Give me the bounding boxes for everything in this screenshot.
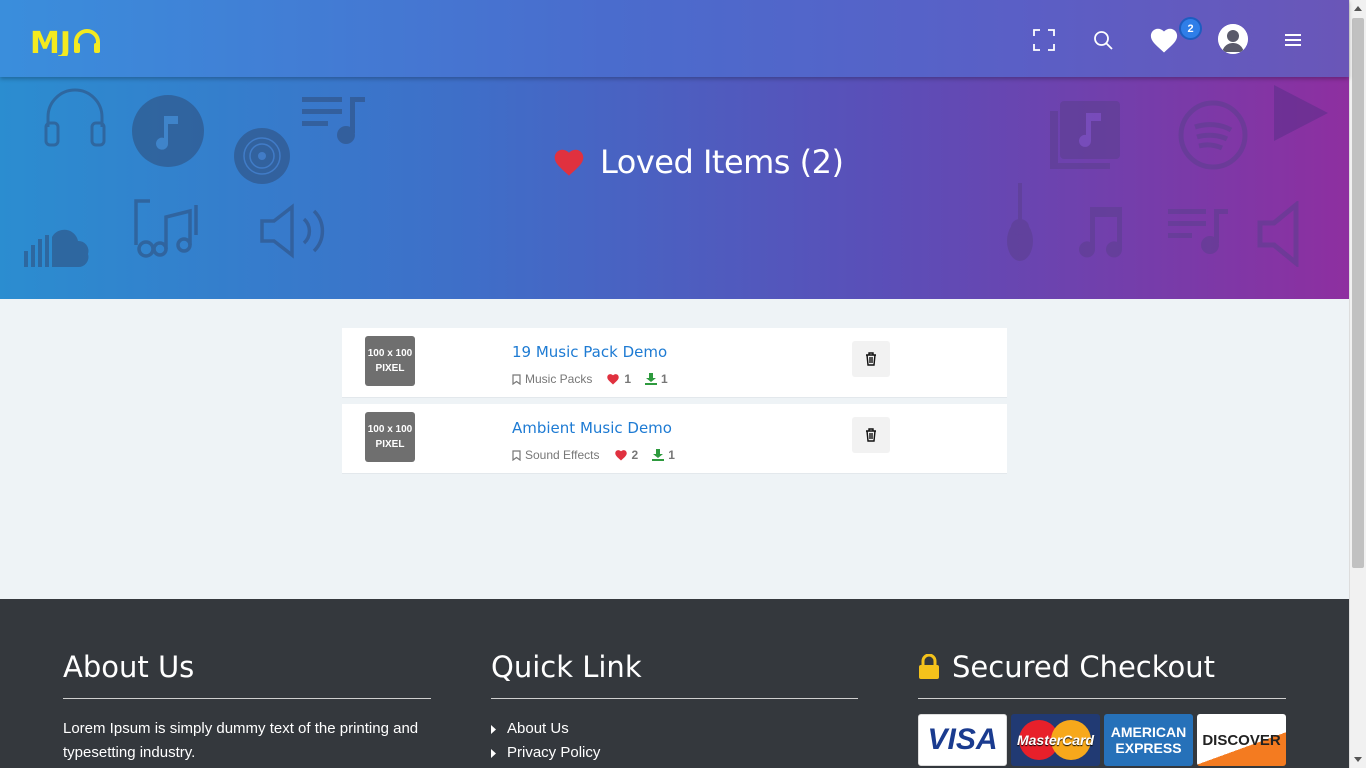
item-likes: 2 — [614, 448, 638, 462]
download-icon — [645, 373, 658, 385]
footer-about-title: About Us — [63, 650, 195, 684]
trash-icon — [866, 428, 876, 442]
caret-right-icon — [491, 724, 496, 734]
quick-links-list: About Us Privacy Policy — [491, 717, 858, 765]
page-scrollbar[interactable] — [1349, 0, 1366, 768]
payment-cards: VISA MasterCard AMERICAN EXPRESS DISCOVE… — [918, 714, 1286, 766]
queue-music-icon — [1168, 209, 1228, 254]
item-downloads: 1 — [652, 448, 675, 462]
mastercard-logo: MasterCard — [1011, 714, 1100, 766]
discover-card-logo: DISCOVER — [1197, 714, 1286, 766]
speaker-icon — [260, 203, 325, 259]
loved-count-badge: 2 — [1179, 17, 1202, 40]
music-notes-icon — [134, 199, 198, 258]
loved-items-list: 100 x 100 PIXEL 19 Music Pack Demo Music… — [342, 328, 1007, 480]
svg-text:MJ: MJ — [30, 26, 71, 56]
remove-item-button[interactable] — [852, 341, 890, 377]
remove-item-button[interactable] — [852, 417, 890, 453]
page-hero-banner: Loved Items (2) — [0, 77, 1349, 299]
download-icon — [652, 449, 665, 461]
item-thumbnail[interactable]: 100 x 100 PIXEL — [365, 336, 415, 386]
lock-icon — [919, 654, 939, 679]
item-likes: 1 — [606, 372, 631, 386]
fullscreen-icon[interactable] — [1030, 26, 1058, 54]
bookmark-icon — [512, 449, 521, 461]
footer-about-section: About Us Lorem Ipsum is simply dummy tex… — [63, 647, 431, 765]
item-meta: Music Packs 1 1 — [512, 372, 668, 386]
trash-icon — [866, 352, 876, 366]
footer-quick-title: Quick Link — [491, 650, 642, 684]
footer-secure-title: Secured Checkout — [918, 647, 1286, 687]
item-thumbnail[interactable]: 100 x 100 PIXEL — [365, 412, 415, 462]
item-title-link[interactable]: Ambient Music Demo — [512, 419, 672, 437]
menu-icon[interactable] — [1279, 26, 1307, 54]
amex-card-logo: AMERICAN EXPRESS — [1104, 714, 1193, 766]
top-navbar: MJ 2 — [0, 0, 1349, 77]
play-icon — [1274, 85, 1328, 141]
quick-link-about[interactable]: About Us — [491, 717, 858, 741]
vinyl-disc-icon — [234, 128, 290, 184]
item-title-link[interactable]: 19 Music Pack Demo — [512, 343, 667, 361]
footer-quick-links-section: Quick Link About Us Privacy Policy — [491, 647, 858, 765]
divider — [918, 698, 1286, 699]
cloud-bars-icon — [24, 229, 89, 268]
scroll-down-arrow-icon[interactable] — [1354, 757, 1362, 762]
volume-icon — [1257, 201, 1299, 267]
loved-items-heart-icon[interactable] — [1148, 24, 1180, 56]
page-title: Loved Items (2) — [552, 143, 844, 181]
heart-icon — [607, 374, 620, 385]
site-footer: About Us Lorem Ipsum is simply dummy tex… — [0, 599, 1349, 768]
divider — [491, 698, 858, 699]
scroll-up-arrow-icon[interactable] — [1354, 6, 1362, 11]
list-item: 100 x 100 PIXEL 19 Music Pack Demo Music… — [342, 328, 1007, 398]
divider — [63, 698, 431, 699]
scrollbar-thumb[interactable] — [1352, 18, 1364, 568]
visa-card-logo: VISA — [918, 714, 1007, 766]
bookmark-icon — [512, 373, 521, 385]
list-item: 100 x 100 PIXEL Ambient Music Demo Sound… — [342, 404, 1007, 474]
page-title-text: Loved Items (2) — [600, 143, 844, 181]
heart-icon — [554, 149, 584, 176]
spotify-icon — [1178, 100, 1248, 170]
heart-icon — [614, 450, 627, 461]
item-category[interactable]: Sound Effects — [512, 448, 600, 462]
search-icon[interactable] — [1089, 26, 1117, 54]
headphones-icon — [44, 88, 106, 147]
item-downloads: 1 — [645, 372, 668, 386]
playlist-icon — [302, 97, 365, 144]
album-icon — [1050, 101, 1120, 169]
item-category[interactable]: Music Packs — [512, 372, 592, 386]
guitar-icon — [1007, 183, 1033, 261]
site-logo[interactable]: MJ — [30, 24, 102, 61]
footer-secure-checkout-section: Secured Checkout VISA MasterCard AMERICA… — [918, 647, 1286, 766]
user-avatar-icon[interactable] — [1218, 24, 1248, 54]
music-note-icon — [1079, 207, 1123, 258]
caret-right-icon — [491, 748, 496, 758]
quick-link-privacy[interactable]: Privacy Policy — [491, 741, 858, 765]
item-meta: Sound Effects 2 1 — [512, 448, 675, 462]
footer-about-text: Lorem Ipsum is simply dummy text of the … — [63, 720, 419, 761]
music-note-circle-icon — [132, 95, 204, 167]
